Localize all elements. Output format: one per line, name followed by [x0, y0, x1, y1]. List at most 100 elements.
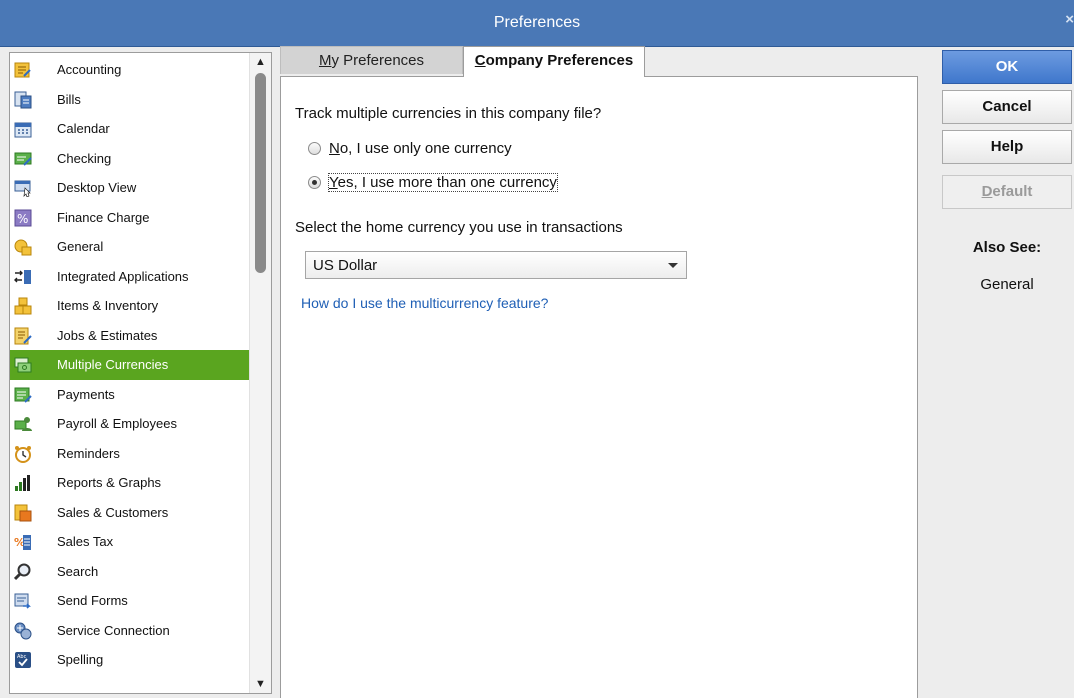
sidebar-item-desktop-view[interactable]: Desktop View [10, 173, 271, 203]
sidebar-item-label: General [57, 239, 104, 254]
sidebar-item-label: Send Forms [57, 593, 128, 608]
sidebar-item-service-connection[interactable]: Service Connection [10, 616, 271, 646]
track-currencies-question: Track multiple currencies in this compan… [295, 105, 602, 122]
integrated-applications-icon [14, 267, 32, 285]
title-bar: Preferences × [0, 0, 1074, 47]
sidebar-item-label: Payroll & Employees [57, 416, 177, 431]
accounting-icon [14, 60, 32, 78]
bills-icon [14, 90, 32, 108]
sidebar-item-general[interactable]: General [10, 232, 271, 262]
default-button: Default [942, 175, 1072, 209]
radio-no-text: o, I use only one currency [339, 139, 512, 157]
also-see-heading: Also See: [972, 239, 1042, 256]
ok-button[interactable]: OK [942, 50, 1072, 84]
home-currency-label: Select the home currency you use in tran… [295, 219, 623, 236]
sidebar-item-label: Accounting [57, 62, 122, 77]
reminders-icon [14, 444, 32, 463]
tab-company-preferences[interactable]: Company Preferences [463, 46, 645, 77]
preferences-category-list[interactable]: Accounting Bills Calendar Checking Desktop V… [9, 52, 272, 694]
cancel-button[interactable]: Cancel [942, 90, 1072, 124]
radio-yes-text: es, I use more than one currency [337, 173, 557, 191]
checking-icon [14, 149, 32, 167]
search-icon [13, 562, 32, 580]
sidebar-item-send-forms[interactable]: Send Forms [10, 586, 271, 616]
tab-my-accel: M [318, 52, 332, 69]
tab-company-accel: C [474, 52, 486, 69]
sidebar-item-items-inventory[interactable]: Items & Inventory [10, 291, 271, 321]
svg-text:Abc: Abc [17, 654, 27, 660]
scroll-down-arrow-icon[interactable]: ▼ [255, 678, 266, 690]
sidebar-item-payroll-employees[interactable]: Payroll & Employees [10, 409, 271, 439]
sidebar-item-label: Spelling [57, 652, 104, 667]
sidebar-item-label: Jobs & Estimates [57, 327, 158, 343]
sidebar-item-label: Bills [57, 91, 81, 107]
sidebar-item-sales-customers[interactable]: Sales & Customers [10, 498, 271, 528]
sidebar-item-finance-charge[interactable]: % Finance Charge [10, 203, 271, 233]
sidebar-item-label: Payments [57, 386, 115, 402]
sidebar-item-sales-tax[interactable]: % Sales Tax [10, 527, 271, 557]
sidebar-item-label: Multiple Currencies [57, 357, 169, 372]
help-button[interactable]: Help [942, 130, 1072, 164]
home-currency-dropdown[interactable]: US Dollar [305, 251, 687, 279]
radio-multiple-currencies[interactable]: Yes, I use more than one currency [308, 172, 558, 192]
sidebar-item-label: Reminders [57, 445, 120, 461]
tab-my-preferences[interactable]: My Preferences [280, 46, 463, 74]
sidebar-item-label: Sales & Customers [57, 504, 169, 520]
radio-button-checked[interactable] [308, 175, 321, 189]
general-icon [14, 237, 32, 256]
default-accel: D [981, 183, 993, 200]
sidebar-item-jobs-estimates[interactable]: Jobs & Estimates [10, 321, 271, 351]
sidebar-item-label: Search [57, 563, 99, 579]
sidebar-item-label: Integrated Applications [57, 268, 189, 284]
multicurrency-help-link[interactable]: How do I use the multicurrency feature? [301, 295, 548, 311]
desktop-view-icon [14, 178, 32, 198]
default-label: efault [992, 183, 1033, 200]
sidebar-item-label: Sales Tax [57, 534, 114, 549]
sales-tax-icon: % [14, 532, 32, 550]
close-icon[interactable]: × [1065, 11, 1074, 28]
payroll-employees-icon [14, 414, 32, 432]
spelling-icon: Abc [14, 650, 32, 668]
sidebar-item-bills[interactable]: Bills [10, 85, 271, 115]
radio-button[interactable] [308, 141, 321, 155]
sidebar-item-label: Checking [57, 150, 112, 166]
sidebar-item-label: Service Connection [57, 622, 170, 638]
payments-icon [14, 385, 32, 403]
sidebar-item-label: Calendar [57, 121, 110, 136]
also-see-general-link[interactable]: General [942, 276, 1072, 293]
sidebar-item-label: Items & Inventory [57, 298, 159, 313]
sidebar-item-integrated-applications[interactable]: Integrated Applications [10, 262, 271, 292]
calendar-icon [14, 119, 32, 138]
sidebar-item-search[interactable]: Search [10, 557, 271, 587]
sidebar-item-payments[interactable]: Payments [10, 380, 271, 410]
chevron-down-icon [668, 263, 678, 268]
sidebar-item-calendar[interactable]: Calendar [10, 114, 271, 144]
radio-one-currency[interactable]: No, I use only one currency [308, 138, 512, 158]
finance-charge-icon: % [14, 208, 32, 226]
multiple-currencies-icon [14, 355, 32, 373]
sidebar-item-multiple-currencies[interactable]: Multiple Currencies [10, 350, 271, 380]
sidebar-item-spelling[interactable]: Abc Spelling [10, 645, 271, 675]
scrollbar-thumb[interactable] [255, 73, 266, 273]
radio-one-currency-label: No, I use only one currency [329, 140, 512, 157]
tab-company-label: ompany Preferences [485, 52, 634, 69]
items-inventory-icon [14, 296, 32, 315]
sidebar-item-checking[interactable]: Checking [10, 144, 271, 174]
accel-y: Y [329, 173, 338, 191]
sidebar-scrollbar[interactable]: ▲ ▼ [249, 53, 271, 693]
accel-n: N [329, 139, 340, 157]
sidebar-item-label: Reports & Graphs [57, 475, 162, 490]
sidebar-item-reports-graphs[interactable]: Reports & Graphs [10, 468, 271, 498]
scroll-up-arrow-icon[interactable]: ▲ [255, 56, 266, 68]
sidebar-item-label: Finance Charge [57, 209, 150, 225]
send-forms-icon [14, 591, 32, 609]
reports-graphs-icon [14, 473, 32, 491]
sales-customers-icon [14, 503, 32, 521]
sidebar-item-accounting[interactable]: Accounting [10, 55, 271, 85]
sidebar-item-label: Desktop View [57, 180, 137, 195]
jobs-estimates-icon [14, 326, 32, 344]
window-title: Preferences [493, 14, 581, 31]
company-preferences-panel: Track multiple currencies in this compan… [280, 76, 918, 698]
sidebar-item-reminders[interactable]: Reminders [10, 439, 271, 469]
home-currency-value: US Dollar [313, 257, 378, 274]
